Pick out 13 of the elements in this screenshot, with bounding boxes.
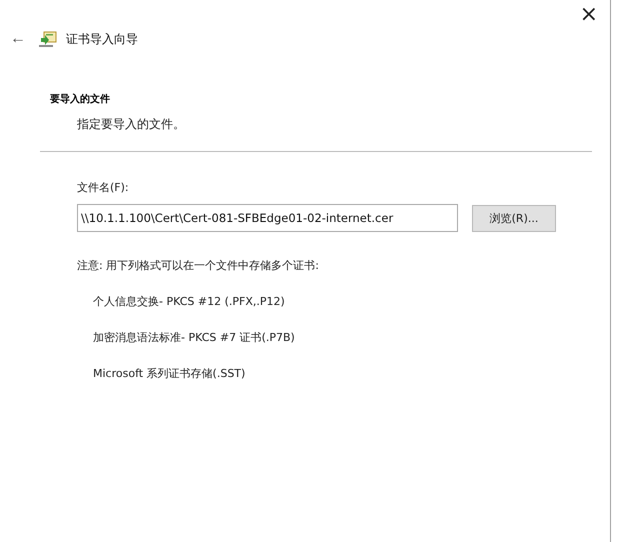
note-text: 注意: 用下列格式可以在一个文件中存储多个证书:	[77, 258, 320, 273]
file-name-field[interactable]: \\10.1.1.100\Cert\Cert-081-SFBEdge01-02-internet.cer	[77, 204, 458, 232]
back-button[interactable]: ←	[6, 30, 30, 48]
field-label: 文件名(F):	[77, 180, 130, 195]
page-heading: 要导入的文件	[50, 92, 111, 106]
page-subtitle: 指定要导入的文件。	[77, 116, 186, 133]
browse-button[interactable]: 浏览(R)...	[472, 204, 556, 232]
format-item: 加密消息语法标准- PKCS #7 证书(.P7B)	[93, 330, 296, 345]
format-item: 个人信息交换- PKCS #12 (.PFX,.P12)	[93, 294, 286, 309]
format-item: Microsoft 系列证书存储(.SST)	[93, 366, 246, 381]
certificate-icon	[38, 30, 58, 48]
window-title: 证书导入向导	[66, 30, 138, 48]
close-button[interactable]: ×	[576, 4, 602, 26]
